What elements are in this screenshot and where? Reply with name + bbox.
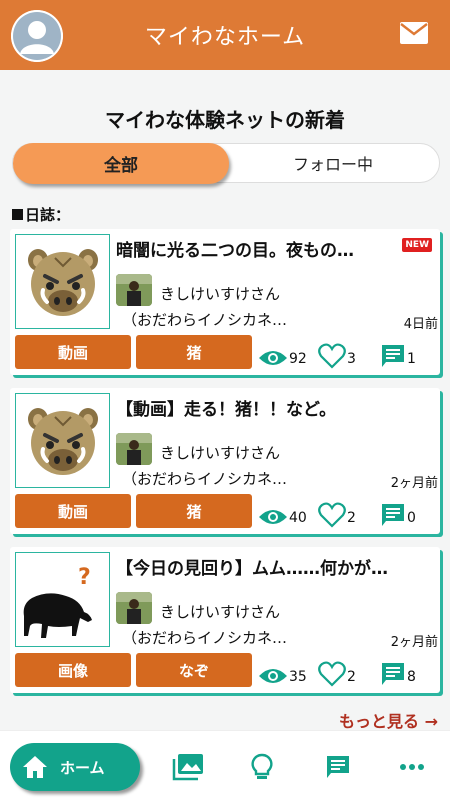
like-count-value: 2	[347, 669, 356, 685]
view-count: 35	[258, 653, 307, 687]
new-badge: NEW	[402, 238, 432, 252]
tag-media-type[interactable]: 動画	[15, 494, 131, 528]
group-name: （おだわらイノシカネ…	[122, 470, 288, 488]
comment-icon[interactable]	[380, 661, 406, 687]
comment-count[interactable]: 8	[380, 653, 416, 687]
comment-icon[interactable]	[380, 343, 406, 369]
app-header: マイわなホーム	[0, 0, 450, 70]
tag-category[interactable]: 猪	[136, 494, 252, 528]
view-count-value: 35	[289, 669, 307, 685]
user-name[interactable]: きしけいすけさん	[160, 283, 280, 304]
user-photo	[116, 592, 152, 624]
user-name[interactable]: きしけいすけさん	[160, 601, 280, 622]
heart-icon[interactable]	[318, 502, 346, 528]
user-photo-icon	[116, 274, 152, 306]
like-count-value: 2	[347, 510, 356, 526]
comment-count[interactable]: 1	[380, 335, 416, 369]
message-icon	[327, 756, 349, 778]
comment-count-value: 8	[407, 669, 416, 685]
post-title[interactable]: 【今日の見回り】ムム……何かが…	[116, 554, 406, 579]
user-photo-icon	[116, 592, 152, 624]
tag-category[interactable]: なぞ	[136, 653, 252, 687]
user-avatar-icon	[11, 10, 63, 62]
comment-icon[interactable]	[380, 502, 406, 528]
more-link[interactable]: もっと見る →	[339, 708, 438, 732]
user-photo-icon	[116, 433, 152, 465]
page-title: マイわなホーム	[144, 25, 306, 50]
boar-face-icon	[27, 407, 98, 475]
post-title[interactable]: 【動画】走る！猪！！など。	[116, 395, 406, 420]
user-photo	[116, 433, 152, 465]
heart-icon[interactable]	[318, 343, 346, 369]
comment-count-value: 0	[407, 510, 416, 526]
like-count[interactable]: 3	[318, 335, 356, 369]
journal-card[interactable]: 暗闇に光る二つの目。夜もの… NEW きしけいすけさん （おだわらイノシカネ… …	[10, 229, 440, 375]
nav-messages[interactable]	[322, 753, 354, 781]
nav-ideas[interactable]	[246, 753, 278, 781]
post-thumbnail[interactable]	[15, 393, 110, 488]
more-dots-icon	[400, 764, 424, 770]
view-count-value: 92	[289, 351, 307, 367]
eye-icon	[259, 510, 287, 524]
post-time: 2ヶ月前	[390, 476, 438, 491]
home-icon	[23, 756, 47, 778]
square-bullet-icon	[12, 209, 23, 220]
journal-heading-label: 日誌：	[25, 206, 71, 224]
journal-card[interactable]: 【動画】走る！猪！！など。 きしけいすけさん （おだわらイノシカネ… 2ヶ月前 …	[10, 388, 440, 534]
nav-gallery[interactable]	[172, 753, 204, 781]
feed-filter-toggle: 全部 フォロー中	[12, 143, 440, 184]
tab-all[interactable]: 全部	[13, 143, 229, 184]
bottom-nav: ホーム	[0, 730, 450, 800]
user-photo	[116, 274, 152, 306]
gallery-icon	[172, 754, 203, 781]
heart-icon[interactable]	[318, 661, 346, 687]
post-time: 2ヶ月前	[390, 635, 438, 650]
user-name[interactable]: きしけいすけさん	[160, 442, 280, 463]
group-name: （おだわらイノシカネ…	[122, 311, 288, 329]
post-title[interactable]: 暗闇に光る二つの目。夜もの…	[116, 236, 406, 261]
section-title: マイわな体験ネットの新着	[105, 108, 345, 132]
post-time: 4日前	[403, 317, 438, 332]
view-count: 92	[258, 335, 307, 369]
profile-avatar[interactable]	[11, 10, 63, 62]
like-count[interactable]: 2	[318, 494, 356, 528]
mail-icon[interactable]	[400, 22, 428, 44]
tag-media-type[interactable]: 動画	[15, 335, 131, 369]
nav-home-label: ホーム	[60, 758, 105, 777]
nav-home-button[interactable]: ホーム	[10, 743, 140, 791]
boar-silhouette-question-icon: ?	[23, 565, 92, 638]
svg-text:?: ?	[78, 565, 91, 590]
like-count-value: 3	[347, 351, 356, 367]
post-thumbnail[interactable]: ?	[15, 552, 110, 647]
eye-icon	[259, 669, 287, 683]
boar-face-icon	[27, 248, 98, 316]
lightbulb-icon	[251, 753, 273, 779]
comment-count-value: 1	[407, 351, 416, 367]
like-count[interactable]: 2	[318, 653, 356, 687]
tab-following[interactable]: フォロー中	[227, 144, 439, 182]
tag-category[interactable]: 猪	[136, 335, 252, 369]
tag-media-type[interactable]: 画像	[15, 653, 131, 687]
journal-heading: 日誌：	[12, 204, 70, 225]
post-thumbnail[interactable]	[15, 234, 110, 329]
view-count-value: 40	[289, 510, 307, 526]
eye-icon	[259, 351, 287, 365]
nav-more[interactable]	[396, 753, 428, 781]
group-name: （おだわらイノシカネ…	[122, 629, 288, 647]
journal-card[interactable]: ? 【今日の見回り】ムム……何かが… きしけいすけさん （おだわらイノシカネ… …	[10, 547, 440, 693]
view-count: 40	[258, 494, 307, 528]
comment-count[interactable]: 0	[380, 494, 416, 528]
